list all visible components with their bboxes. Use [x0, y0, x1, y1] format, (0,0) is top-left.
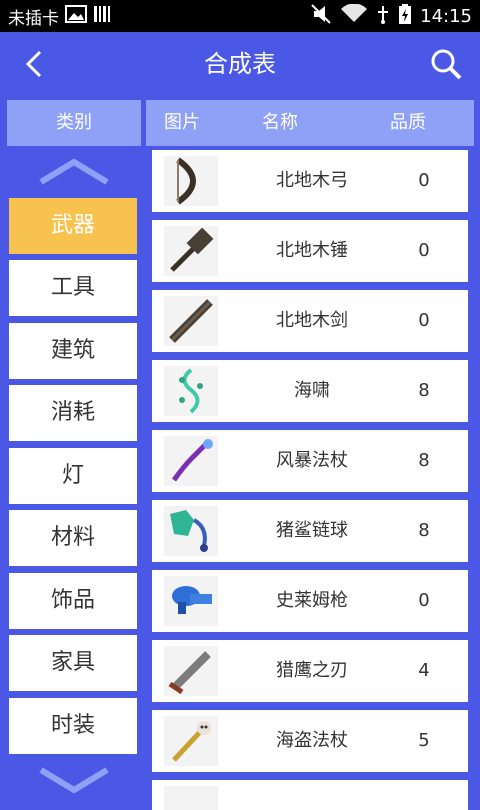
table-row-partial[interactable] — [152, 780, 468, 810]
column-header-image: 图片 — [164, 112, 200, 133]
table-row[interactable]: 北地木弓 0 — [152, 150, 468, 212]
search-button[interactable] — [426, 44, 466, 84]
chevron-up-icon — [39, 158, 109, 185]
category-item-vanity[interactable]: 时装 — [9, 698, 137, 754]
usb-icon — [376, 4, 390, 29]
item-quality: 5 — [418, 730, 430, 751]
status-bar: 未插卡 14:15 — [0, 0, 480, 32]
table-row[interactable]: 海啸 8 — [152, 360, 468, 422]
clock-text: 14:15 — [420, 5, 472, 27]
status-left: 未插卡 — [8, 0, 111, 32]
item-name: 猎鹰之刃 — [276, 660, 348, 681]
slime-gun-icon — [164, 576, 218, 626]
category-item-lights[interactable]: 灯 — [9, 448, 137, 504]
item-name: 海啸 — [294, 380, 330, 401]
scroll-up-button[interactable] — [7, 154, 141, 194]
item-name: 北地木锤 — [276, 240, 348, 261]
mute-icon — [310, 3, 332, 29]
table-row[interactable]: 风暴法杖 8 — [152, 430, 468, 492]
item-name: 史莱姆枪 — [276, 590, 348, 611]
table-header: 图片 名称 品质 — [146, 100, 474, 146]
battery-icon — [398, 3, 412, 30]
carrier-text: 未插卡 — [8, 8, 59, 29]
app-bar: 合成表 — [0, 32, 480, 96]
tsunami-icon — [164, 366, 218, 416]
category-item-furniture[interactable]: 家具 — [9, 635, 137, 691]
table-row[interactable]: 史莱姆枪 0 — [152, 570, 468, 632]
item-name: 猪鲨链球 — [276, 520, 348, 541]
item-quality: 8 — [418, 450, 430, 471]
status-right: 14:15 — [310, 0, 472, 32]
blade-icon — [164, 646, 218, 696]
category-header: 类别 — [7, 100, 141, 146]
item-name: 海盗法杖 — [276, 730, 348, 751]
main-content: 类别 武器 工具 建筑 消耗 灯 材料 饰品 家具 时装 图片 名称 品质 北地… — [0, 96, 480, 810]
table-row[interactable]: 北地木剑 0 — [152, 290, 468, 352]
item-name: 北地木剑 — [276, 310, 348, 331]
image-icon — [65, 4, 87, 28]
category-item-building[interactable]: 建筑 — [9, 323, 137, 379]
sword-icon — [164, 296, 218, 346]
chevron-down-icon — [39, 767, 109, 794]
item-quality: 0 — [418, 590, 430, 611]
item-name: 北地木弓 — [276, 170, 348, 191]
column-header-name: 名称 — [262, 112, 298, 133]
column-header-quality: 品质 — [390, 112, 426, 133]
item-thumb — [164, 786, 218, 810]
table-row[interactable]: 北地木锤 0 — [152, 220, 468, 282]
item-quality: 0 — [418, 170, 430, 191]
barcode-icon — [93, 5, 111, 28]
item-quality: 0 — [418, 240, 430, 261]
category-item-accessories[interactable]: 饰品 — [9, 573, 137, 629]
bow-icon — [164, 156, 218, 206]
recipe-table: 图片 名称 品质 北地木弓 0 北地木锤 0 北地木剑 0 海啸 8 风暴法杖 … — [146, 100, 474, 810]
category-item-weapons[interactable]: 武器 — [9, 198, 137, 254]
category-sidebar: 类别 武器 工具 建筑 消耗 灯 材料 饰品 家具 时装 — [7, 100, 141, 800]
item-quality: 8 — [418, 380, 430, 401]
pirate-staff-icon — [164, 716, 218, 766]
table-row[interactable]: 海盗法杖 5 — [152, 710, 468, 772]
category-item-tools[interactable]: 工具 — [9, 260, 137, 316]
hammer-icon — [164, 226, 218, 276]
category-item-materials[interactable]: 材料 — [9, 510, 137, 566]
item-quality: 0 — [418, 310, 430, 331]
search-icon — [431, 49, 462, 80]
flail-icon — [164, 506, 218, 556]
item-quality: 4 — [418, 660, 430, 681]
table-row[interactable]: 猎鹰之刃 4 — [152, 640, 468, 702]
staff-icon — [164, 436, 218, 486]
category-item-consumables[interactable]: 消耗 — [9, 385, 137, 441]
wifi-icon — [340, 2, 368, 29]
item-name: 风暴法杖 — [276, 450, 348, 471]
item-quality: 8 — [418, 520, 430, 541]
page-title: 合成表 — [204, 50, 276, 78]
table-row[interactable]: 猪鲨链球 8 — [152, 500, 468, 562]
scroll-down-button[interactable] — [7, 760, 141, 800]
